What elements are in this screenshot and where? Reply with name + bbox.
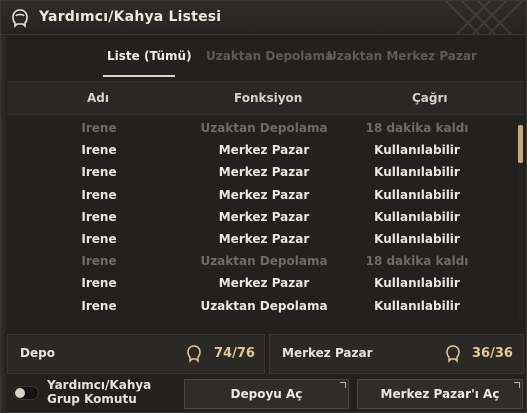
window-title: Yardımcı/Kahya Listesi: [39, 9, 222, 25]
helper-name: Irene: [81, 165, 117, 180]
helper-function: Merkez Pazar: [218, 165, 310, 180]
column-header-function: Fonksiyon: [234, 91, 303, 105]
list-item[interactable]: Irene Merkez Pazar Kullanılabilir: [7, 139, 514, 161]
helper-call-status: 18 dakika kaldı: [365, 121, 469, 135]
list-item[interactable]: Irene Merkez Pazar Kullanılabilir: [7, 272, 514, 294]
list-item[interactable]: Irene Merkez Pazar Kullanılabilir: [7, 184, 514, 206]
central-market-label: Merkez Pazar: [282, 346, 373, 360]
central-market-panel: Merkez Pazar 36/36: [269, 334, 524, 374]
helper-function: Uzaktan Depolama: [200, 254, 328, 269]
decorative-pattern-icon: [445, 1, 523, 34]
tab-list-all[interactable]: Liste (Tümü): [107, 49, 192, 63]
helper-function: Merkez Pazar: [218, 143, 310, 158]
helper-function: Merkez Pazar: [218, 209, 310, 224]
depot-label: Depo: [20, 346, 55, 360]
helper-name: Irene: [81, 187, 117, 202]
open-depot-button[interactable]: Depoyu Aç: [184, 379, 349, 409]
active-tab-indicator: [103, 75, 175, 77]
list-item[interactable]: Irene Merkez Pazar Kullanılabilir: [7, 161, 514, 183]
helper-call-status: Kullanılabilir: [374, 276, 460, 291]
helper-call-status: Kullanılabilir: [374, 187, 460, 202]
helper-call-status: Kullanılabilir: [374, 209, 460, 224]
scrollbar-thumb[interactable]: [518, 125, 523, 163]
central-market-count: 36/36: [472, 346, 513, 361]
tab-remote-storage[interactable]: Uzaktan Depolama: [206, 49, 333, 63]
open-depot-label: Depoyu Aç: [230, 387, 303, 401]
depot-count: 74/76: [214, 346, 255, 361]
helper-name: Irene: [81, 143, 117, 158]
helper-name: Irene: [81, 298, 117, 313]
column-header-call: Çağrı: [412, 91, 448, 105]
corner-arrow-icon: [340, 382, 346, 388]
helper-call-status: Kullanılabilir: [374, 231, 460, 246]
list-item[interactable]: Irene Uzaktan Depolama 18 dakika kaldı: [7, 250, 514, 272]
helper-call-status: 18 dakika kaldı: [365, 254, 469, 269]
column-header-name: Adı: [87, 91, 109, 105]
depot-panel: Depo 74/76: [7, 334, 265, 374]
open-market-button[interactable]: Merkez Pazar'ı Aç: [357, 379, 523, 409]
helper-name: Irene: [81, 231, 117, 246]
helper-head-icon: [12, 9, 28, 28]
helper-function: Merkez Pazar: [218, 187, 310, 202]
helper-call-status: Kullanılabilir: [374, 298, 460, 313]
list-item[interactable]: Irene Merkez Pazar Kullanılabilir: [7, 228, 514, 250]
group-command-toggle[interactable]: [13, 386, 39, 400]
group-command-label-line1: Yardımcı/Kahya: [47, 378, 152, 392]
helper-call-status: Kullanılabilir: [374, 165, 460, 180]
toggle-knob: [15, 388, 25, 398]
title-bar[interactable]: Yardımcı/Kahya Listesi: [1, 1, 526, 35]
helper-name: Irene: [81, 254, 117, 269]
list-item[interactable]: Irene Uzaktan Depolama Kullanılabilir: [7, 295, 514, 317]
helper-function: Merkez Pazar: [218, 231, 310, 246]
group-command-label: Yardımcı/Kahya Grup Komutu: [47, 378, 151, 406]
tab-remote-central-market[interactable]: Uzaktan Merkez Pazar: [327, 49, 477, 63]
helper-name: Irene: [81, 276, 117, 291]
column-header-row: Adı Fonksiyon Çağrı: [7, 81, 524, 115]
helper-function: Uzaktan Depolama: [200, 121, 328, 135]
helper-list-window: Yardımcı/Kahya Listesi Liste (Tümü) Uzak…: [0, 0, 527, 413]
helper-head-icon: [446, 345, 460, 363]
list-item[interactable]: Irene Uzaktan Depolama 18 dakika kaldı: [7, 117, 514, 139]
helper-name: Irene: [81, 209, 117, 224]
helper-head-icon: [187, 345, 201, 363]
side-decoration: [1, 35, 5, 413]
helper-function: Uzaktan Depolama: [200, 298, 328, 313]
helper-call-status: Kullanılabilir: [374, 143, 460, 158]
open-market-label: Merkez Pazar'ı Aç: [380, 387, 500, 401]
list-item[interactable]: Irene Merkez Pazar Kullanılabilir: [7, 206, 514, 228]
helper-list[interactable]: Irene Uzaktan Depolama 18 dakika kaldı I…: [7, 117, 514, 321]
corner-arrow-icon: [514, 382, 520, 388]
helper-function: Merkez Pazar: [218, 276, 310, 291]
helper-name: Irene: [81, 121, 117, 135]
tab-bar: Liste (Tümü) Uzaktan Depolama Uzaktan Me…: [1, 37, 526, 79]
group-command-label-line2: Grup Komutu: [47, 392, 137, 406]
